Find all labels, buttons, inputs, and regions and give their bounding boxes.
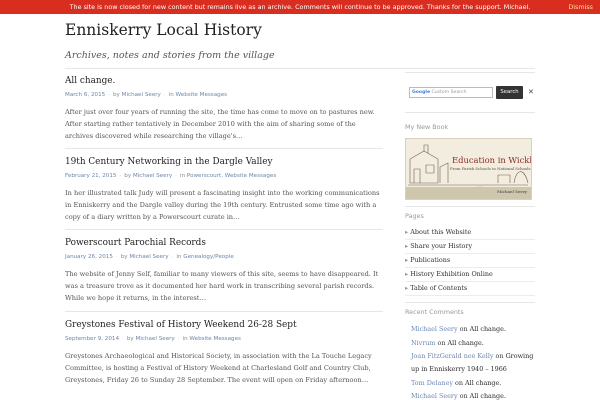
site-title[interactable]: Enniskerry Local History xyxy=(65,21,262,39)
widget-title-pages: Pages xyxy=(405,212,424,220)
book-cover-image[interactable]: Education in Wicklow From Parish Schools… xyxy=(405,138,532,200)
post-author-link[interactable]: Michael Seery xyxy=(133,173,172,179)
page-link-about[interactable]: ▸ About this Website xyxy=(405,226,535,240)
comment-post-link[interactable]: All change. xyxy=(448,339,484,347)
comment-post-link[interactable]: All change. xyxy=(470,392,506,400)
widget-title-book: My New Book xyxy=(405,123,449,131)
page-link-label: Share your History xyxy=(410,242,473,250)
recent-comment-item: Michael Seery on All change. xyxy=(411,392,506,400)
recent-comment-item: Nivrum on All change. xyxy=(411,339,484,347)
post-meta: March 6, 2015 · by Michael Seery · in Websit… xyxy=(65,92,228,98)
post-date-link[interactable]: September 9, 2014 xyxy=(65,336,119,342)
recent-comment-item: Michael Seery on All change. xyxy=(411,325,506,333)
sidebar-divider xyxy=(405,206,535,207)
sidebar-divider xyxy=(405,72,535,73)
comment-post-link[interactable]: All change. xyxy=(465,379,501,387)
page-link-label: About this Website xyxy=(410,228,472,236)
post-meta: September 9, 2014 · by Michael Seery · in We… xyxy=(65,336,241,342)
post-title-link[interactable]: 19th Century Networking in the Dargle Va… xyxy=(65,157,383,167)
search-button[interactable]: Search xyxy=(496,86,523,99)
post-item: All change. March 6, 2015 · by Michael See… xyxy=(65,76,383,143)
page-link-share-history[interactable]: ▸ Share your History xyxy=(405,240,535,254)
post-item: Powerscourt Parochial Records January 26… xyxy=(65,238,383,305)
comment-author-link[interactable]: Michael Seery xyxy=(411,325,458,333)
post-title-link[interactable]: Powerscourt Parochial Records xyxy=(65,238,383,248)
search-widget: Google Custom Search Search ✕ xyxy=(405,85,535,101)
post-date-link[interactable]: January 26, 2015 xyxy=(65,254,113,260)
post-author-prefix: by xyxy=(120,254,128,260)
notice-text: The site is now closed for new content b… xyxy=(69,3,531,11)
post-category-prefix: in xyxy=(182,336,188,342)
post-author-prefix: by xyxy=(126,336,134,342)
post-excerpt: In her illustrated talk Judy will presen… xyxy=(65,189,380,222)
page-link-publications[interactable]: ▸ Publications xyxy=(405,254,535,268)
post-excerpt: After just over four years of running th… xyxy=(65,108,375,141)
search-placeholder: Custom Search xyxy=(431,90,467,95)
book-cover-author: Michael Seery xyxy=(497,189,527,194)
page-link-label: Publications xyxy=(410,256,451,264)
page-link-exhibition[interactable]: ▸ History Exhibition Online xyxy=(405,268,535,282)
comment-author-link[interactable]: Michael Seery xyxy=(411,392,458,400)
post-divider xyxy=(65,229,383,230)
post-category-prefix: in xyxy=(179,173,186,179)
comment-author-link[interactable]: Tom Delaney xyxy=(411,379,453,387)
post-category-prefix: in xyxy=(168,92,174,98)
site-tagline: Archives, notes and stories from the vil… xyxy=(65,50,275,61)
post-excerpt: Greystones Archaeological and Historical… xyxy=(65,352,372,385)
header-divider xyxy=(65,68,535,69)
post-item: Greystones Festival of History Weekend 2… xyxy=(65,320,383,387)
post-author-prefix: by xyxy=(112,92,120,98)
post-category-prefix: in xyxy=(176,254,182,260)
google-logo: Google xyxy=(412,90,431,95)
comment-post-link[interactable]: All change. xyxy=(470,325,506,333)
recent-comment-item: Tom Delaney on All change. xyxy=(411,379,502,387)
comment-author-link[interactable]: Joan FitzGerald nee Kelly xyxy=(411,352,494,360)
post-category-link[interactable]: Genealogy/People xyxy=(183,254,234,260)
book-cover-subtitle: From Parish Schools to National Schools xyxy=(450,166,531,171)
post-author-link[interactable]: Michael Seery xyxy=(122,92,161,98)
post-date-link[interactable]: February 21, 2015 xyxy=(65,173,116,179)
post-divider xyxy=(65,148,383,149)
post-author-link[interactable]: Michael Seery xyxy=(129,254,168,260)
post-item: 19th Century Networking in the Dargle Va… xyxy=(65,157,383,224)
post-title-link[interactable]: All change. xyxy=(65,76,383,86)
post-author-link[interactable]: Michael Seery xyxy=(136,336,175,342)
post-category-link[interactable]: Website Messages xyxy=(176,92,228,98)
post-author-prefix: by xyxy=(124,173,132,179)
post-category-link[interactable]: Website Messages xyxy=(189,336,241,342)
post-meta: January 26, 2015 · by Michael Seery · in Gen… xyxy=(65,254,234,260)
sidebar-divider xyxy=(405,302,535,303)
post-date-link[interactable]: March 6, 2015 xyxy=(65,92,105,98)
recent-comment-item: Joan FitzGerald nee Kelly on Growing up … xyxy=(411,352,534,374)
page-link-label: History Exhibition Online xyxy=(410,270,493,278)
site-notice-bar: The site is now closed for new content b… xyxy=(0,0,600,14)
post-title-link[interactable]: Greystones Festival of History Weekend 2… xyxy=(65,320,383,330)
notice-dismiss-link[interactable]: Dismiss xyxy=(568,0,593,14)
sidebar-divider xyxy=(405,112,535,113)
widget-title-comments: Recent Comments xyxy=(405,308,464,316)
book-cover-title: Education in Wicklow xyxy=(452,155,532,165)
search-input[interactable]: Google Custom Search xyxy=(409,87,493,98)
post-divider xyxy=(65,311,383,312)
close-icon[interactable]: ✕ xyxy=(528,85,535,100)
post-meta: February 21, 2015 · by Michael Seery · in Po… xyxy=(65,173,277,179)
page-link-label: Table of Contents xyxy=(410,284,468,292)
comment-author-link[interactable]: Nivrum xyxy=(411,339,435,347)
page-link-contents[interactable]: ▸ Table of Contents xyxy=(405,282,535,296)
post-excerpt: The website of Jenny Self, familiar to m… xyxy=(65,270,379,303)
post-category-link[interactable]: Powerscourt, Website Messages xyxy=(187,173,276,179)
